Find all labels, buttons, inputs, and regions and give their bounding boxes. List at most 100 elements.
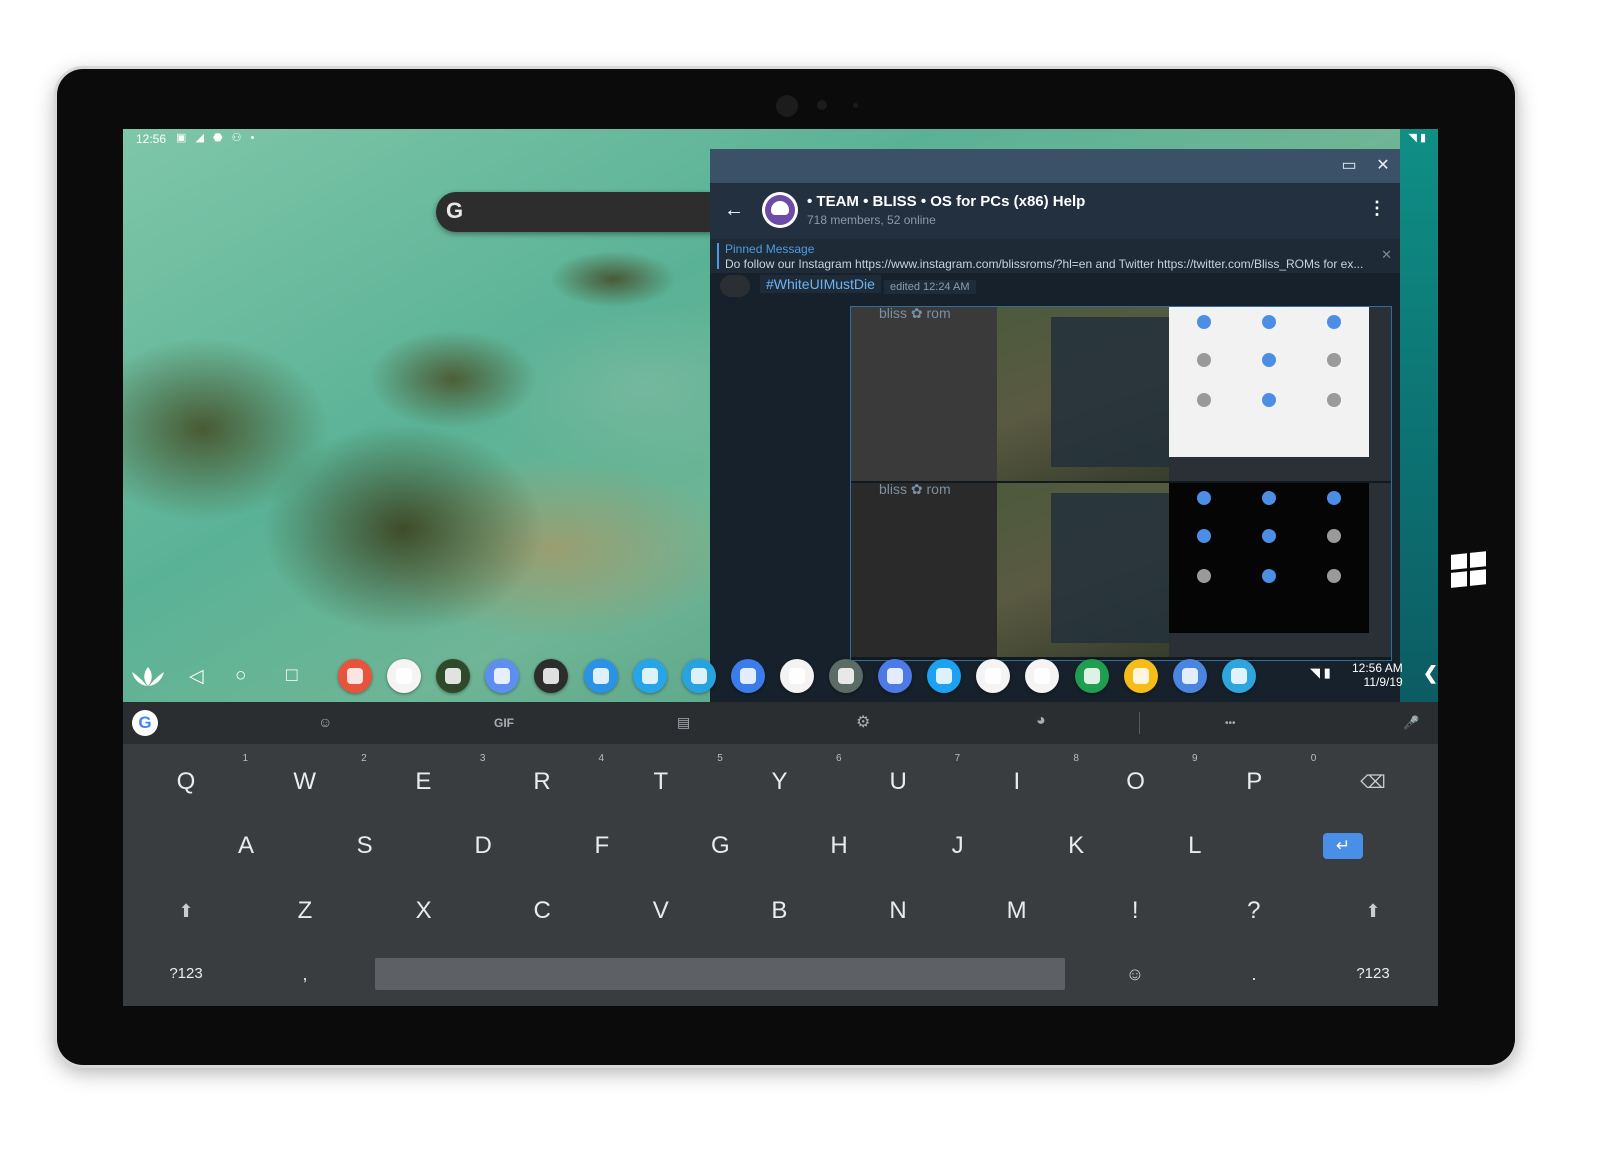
enter-key[interactable]: ↵ [1323, 833, 1363, 859]
key-w[interactable]: W2 [255, 753, 366, 810]
maximize-window-button[interactable]: ▭ [1338, 155, 1360, 177]
twitter-app-icon[interactable] [927, 659, 962, 693]
key-y[interactable]: Y6 [730, 753, 841, 810]
bliss-lotus-icon[interactable] [130, 664, 166, 688]
hammer-app-icon[interactable] [534, 659, 569, 693]
key-c[interactable]: C [492, 883, 592, 939]
backspace-icon[interactable]: ⌫ [1323, 754, 1423, 810]
key-l[interactable]: L [1145, 818, 1245, 874]
bliss-app-icon[interactable] [583, 659, 618, 693]
more-icon[interactable]: ••• [1225, 718, 1236, 729]
settings-app-icon[interactable] [1172, 659, 1207, 693]
key-g[interactable]: G [670, 818, 770, 874]
key-f[interactable]: F [552, 818, 652, 874]
theme-palette-icon[interactable]: ◕ [1036, 712, 1046, 730]
key-v[interactable]: V [611, 883, 711, 939]
windows-logo-icon [1451, 551, 1487, 589]
screenshot-light[interactable]: bliss ✿ rom [851, 307, 1391, 481]
taskbar-clock[interactable]: 12:56 AM 11/9/19 [1352, 661, 1403, 689]
rotation-app-icon[interactable] [436, 659, 471, 693]
palette-app-icon[interactable] [485, 659, 520, 693]
group-avatar[interactable] [762, 192, 798, 228]
microphone-icon[interactable]: 🎤 [1403, 715, 1419, 731]
close-pinned-icon[interactable]: ✕ [1381, 247, 1392, 263]
gallery-app-icon[interactable] [681, 659, 716, 693]
hashtag-message[interactable]: #WhiteUIMustDie [760, 275, 881, 293]
key-p[interactable]: P0 [1204, 753, 1316, 810]
more-options-icon[interactable]: ⋮ [1368, 198, 1386, 219]
telegram-app-icon[interactable] [1221, 659, 1256, 693]
comma-key[interactable]: , [255, 946, 355, 1002]
sticker-icon[interactable]: ☺ [318, 714, 332, 730]
files-app-icon[interactable] [730, 659, 765, 693]
screenshot-dark[interactable]: bliss ✿ rom [851, 483, 1391, 657]
key-o[interactable]: O9 [1086, 753, 1197, 810]
wifi-battery-tray-icon[interactable]: ◥ ▮ [1310, 665, 1331, 681]
recents-nav-icon[interactable]: □ [286, 665, 297, 687]
home-nav-icon[interactable]: ○ [235, 665, 246, 687]
key-exclamation[interactable]: ! [1085, 883, 1185, 939]
key-number-hint: 1 [242, 753, 248, 764]
key-q[interactable]: Q1 [136, 753, 248, 810]
key-x[interactable]: X [374, 883, 474, 939]
key-j[interactable]: J [908, 818, 1008, 874]
key-t[interactable]: T5 [611, 753, 722, 810]
key-label: ? [1247, 897, 1261, 924]
symbols-key-right[interactable]: ?123 [1323, 946, 1423, 1002]
pinned-message[interactable]: Pinned Message Do follow our Instagram h… [710, 239, 1400, 273]
key-n[interactable]: N [848, 883, 948, 939]
telegram-window: ▭ ✕ ← • TEAM • BLISS • OS for PCs (x86) … [710, 149, 1400, 707]
play-store-app-icon[interactable] [976, 659, 1011, 693]
wallpaper-edge [1400, 129, 1438, 707]
back-arrow-icon[interactable]: ← [724, 199, 744, 222]
key-b[interactable]: B [729, 883, 829, 939]
key-question[interactable]: ? [1204, 883, 1304, 939]
back-nav-icon[interactable]: ◁ [189, 665, 204, 688]
key-s[interactable]: S [315, 818, 415, 874]
chrome-app-icon[interactable] [387, 659, 422, 693]
key-a[interactable]: A [196, 818, 296, 874]
chat-title[interactable]: • TEAM • BLISS • OS for PCs (x86) Help [807, 193, 1085, 210]
translate-app-icon[interactable] [878, 659, 913, 693]
globe-app-icon[interactable] [632, 659, 667, 693]
key-label: S [356, 832, 373, 859]
google-search-bar[interactable]: G [436, 192, 736, 232]
photo-album[interactable]: bliss ✿ rom bliss ✿ rom [850, 306, 1392, 661]
shift-right-icon[interactable]: ⬆ [1323, 883, 1423, 939]
hangouts-app-icon[interactable] [1074, 659, 1109, 693]
keep-app-icon[interactable] [1123, 659, 1158, 693]
gmail-app-icon[interactable] [1025, 659, 1060, 693]
gif-button[interactable]: GIF [494, 716, 514, 730]
key-number-hint: 9 [1192, 753, 1198, 764]
google-icon[interactable]: G [132, 710, 158, 736]
keyboard-app-icon[interactable] [829, 659, 863, 693]
symbols-key-left[interactable]: ?123 [136, 946, 236, 1002]
sender-avatar[interactable] [720, 275, 750, 297]
clock-date: 11/9/19 [1363, 675, 1403, 689]
chevron-left-icon[interactable]: ❮ [1423, 663, 1438, 684]
shift-left-icon[interactable]: ⬆ [136, 883, 236, 939]
key-u[interactable]: U7 [848, 753, 961, 810]
close-window-button[interactable]: ✕ [1372, 155, 1394, 177]
key-k[interactable]: K [1026, 818, 1126, 874]
key-label: Z [297, 897, 313, 924]
key-i[interactable]: I8 [967, 753, 1079, 810]
key-z[interactable]: Z [255, 883, 355, 939]
key-d[interactable]: D [433, 818, 533, 874]
key-number-hint: 8 [1073, 753, 1079, 764]
key-r[interactable]: R4 [492, 753, 604, 810]
clipboard-icon[interactable]: ▤ [677, 714, 690, 731]
qs-tile-icon [1197, 529, 1211, 543]
key-e[interactable]: E3 [373, 753, 485, 810]
app-glyph [788, 668, 805, 684]
period-key[interactable]: . [1204, 946, 1304, 1002]
gear-icon[interactable]: ⚙ [856, 712, 870, 732]
emoji-icon[interactable]: ☺ [1085, 946, 1185, 1002]
space-bar[interactable] [375, 958, 1065, 990]
slack-app-icon[interactable] [779, 659, 814, 693]
key-label: U [889, 768, 907, 795]
window-titlebar[interactable]: ▭ ✕ [710, 149, 1400, 183]
key-h[interactable]: H [789, 818, 889, 874]
key-m[interactable]: M [967, 883, 1067, 939]
equalizer-app-icon[interactable] [338, 659, 372, 693]
